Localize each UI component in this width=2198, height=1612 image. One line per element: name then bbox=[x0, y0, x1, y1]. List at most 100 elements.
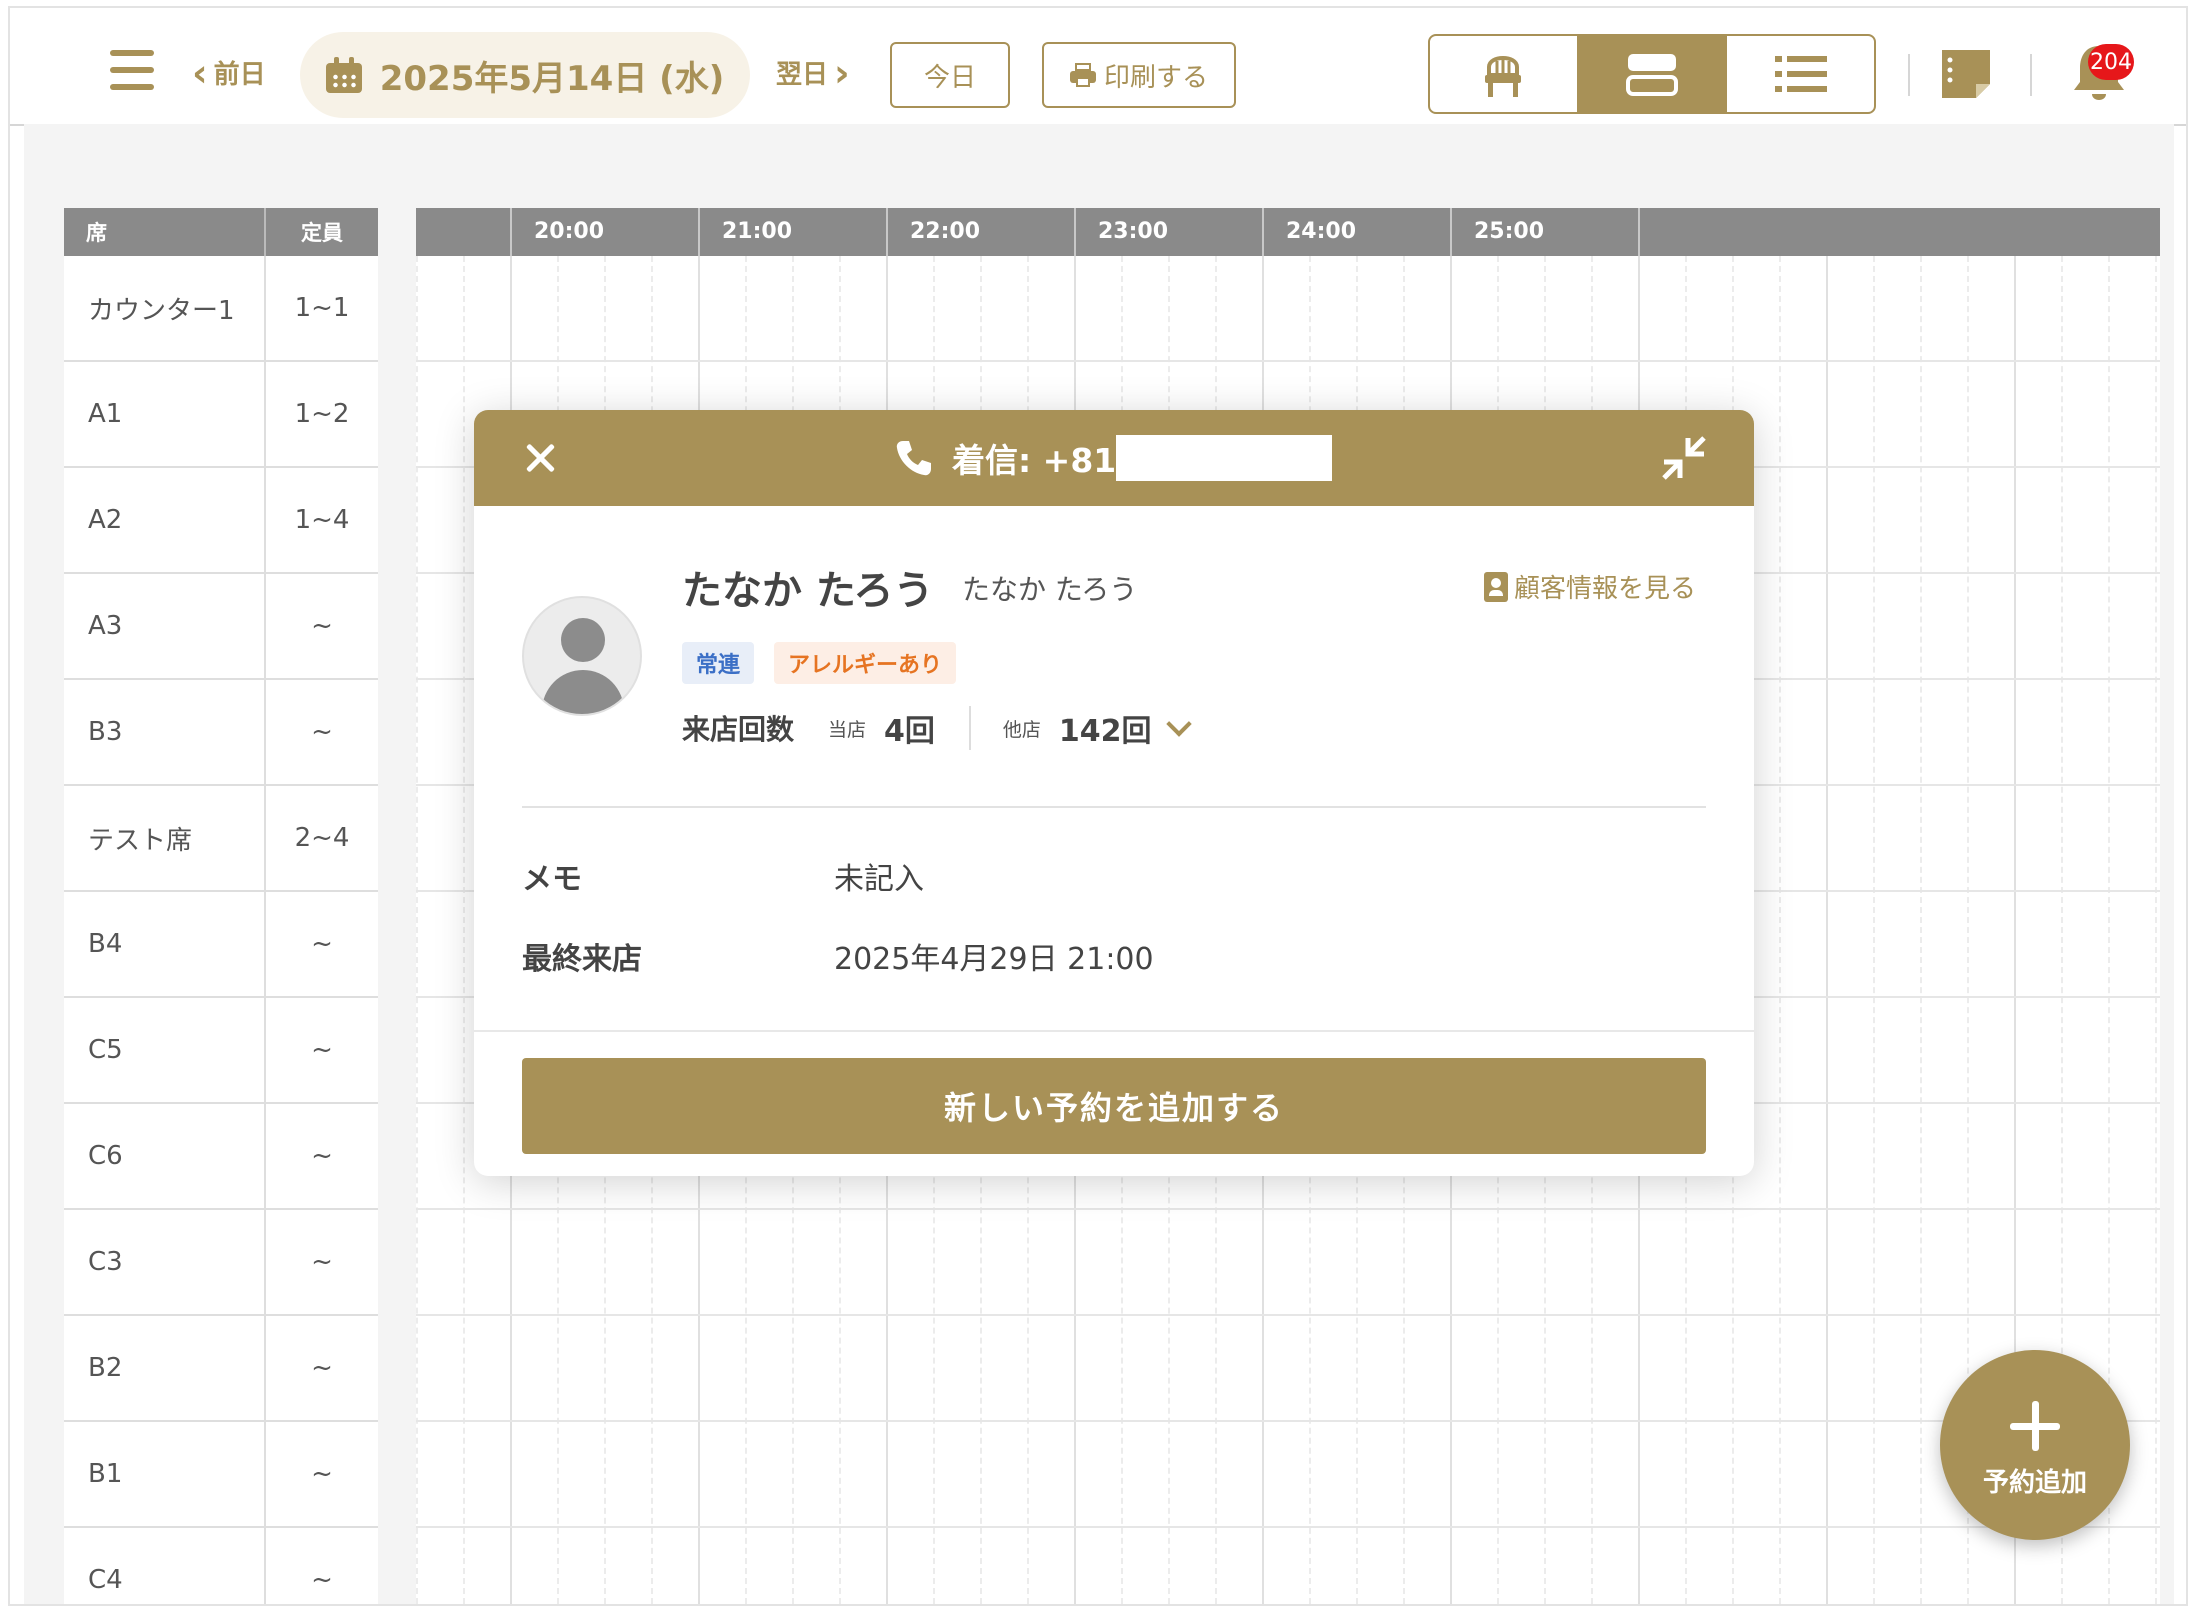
seat-capacity: ~ bbox=[311, 1565, 333, 1595]
seat-row[interactable]: C4 ~ bbox=[64, 1528, 378, 1604]
divider bbox=[474, 1030, 1754, 1032]
list-view-button[interactable] bbox=[1727, 36, 1874, 112]
plus-icon bbox=[2032, 1401, 2039, 1451]
seat-rows: カウンター1 1~1 A1 1~2 A2 1~4 A3 ~ B3 ~ テスト席 2~4 B4 ~ C5 ~ C6… bbox=[64, 256, 378, 1604]
seat-name: B4 bbox=[64, 892, 266, 996]
visit-count: 来店回数 当店 4回 他店 142回 bbox=[682, 706, 1192, 750]
toolbar-divider bbox=[1908, 54, 1910, 96]
seat-name: カウンター1 bbox=[64, 256, 266, 360]
seat-column-header: 席 bbox=[64, 208, 266, 256]
caller-number-prefix: 着信: +81 bbox=[952, 441, 1117, 480]
seat-capacity: ~ bbox=[311, 1353, 333, 1383]
prev-day-button[interactable]: ‹ 前日 bbox=[186, 50, 266, 95]
seat-capacity: ~ bbox=[311, 611, 333, 641]
memo-value: 未記入 bbox=[834, 862, 924, 897]
this-store-count: 4回 bbox=[884, 714, 935, 749]
seat-row[interactable]: C6 ~ bbox=[64, 1104, 378, 1210]
seat-capacity: ~ bbox=[311, 929, 333, 959]
next-day-button[interactable]: 翌日 › bbox=[776, 50, 856, 95]
seat-capacity: 1~1 bbox=[294, 293, 350, 323]
seat-capacity: ~ bbox=[311, 1459, 333, 1489]
visit-count-label: 来店回数 bbox=[682, 713, 795, 746]
seat-row[interactable]: B3 ~ bbox=[64, 680, 378, 786]
chevron-left-icon: ‹ bbox=[192, 50, 208, 95]
print-button[interactable]: 印刷する bbox=[1042, 42, 1236, 108]
today-label: 今日 bbox=[923, 62, 976, 93]
close-icon[interactable] bbox=[520, 438, 560, 478]
seat-name: C5 bbox=[64, 998, 266, 1102]
grid-row-line bbox=[416, 360, 2160, 362]
view-customer-label: 顧客情報を見る bbox=[1514, 574, 1697, 604]
seat-name: B1 bbox=[64, 1422, 266, 1526]
seat-row[interactable]: C3 ~ bbox=[64, 1210, 378, 1316]
time-label: 25:00 bbox=[1450, 208, 1638, 256]
dialog-header: 着信: +81 bbox=[474, 410, 1754, 506]
seat-name: A2 bbox=[64, 468, 266, 572]
grid-row-line bbox=[416, 1314, 2160, 1316]
hamburger-menu-icon[interactable] bbox=[110, 50, 154, 90]
view-customer-link[interactable]: 顧客情報を見る bbox=[1484, 568, 1696, 605]
seat-row[interactable]: B1 ~ bbox=[64, 1422, 378, 1528]
seat-capacity: 2~4 bbox=[294, 823, 350, 853]
customer-kana: たなか たろう bbox=[962, 573, 1138, 606]
seat-row[interactable]: A3 ~ bbox=[64, 574, 378, 680]
time-label: 21:00 bbox=[698, 208, 886, 256]
add-reservation-fab[interactable]: 予約追加 bbox=[1940, 1350, 2130, 1540]
seat-row[interactable]: A1 1~2 bbox=[64, 362, 378, 468]
grid-row-line bbox=[416, 1420, 2160, 1422]
contact-card-icon bbox=[1484, 571, 1508, 602]
current-date: 2025年5月14日 (水) bbox=[379, 58, 725, 99]
seat-table-header: 席 定員 bbox=[64, 208, 378, 256]
memo-row: メモ 未記入 bbox=[522, 854, 924, 898]
redacted-phone-number bbox=[1116, 435, 1333, 481]
seat-name: C3 bbox=[64, 1210, 266, 1314]
add-reservation-button[interactable]: 新しい予約を追加する bbox=[522, 1058, 1706, 1154]
next-day-label: 翌日 bbox=[776, 60, 829, 90]
list-view-icon bbox=[1774, 56, 1827, 92]
seat-view-button[interactable] bbox=[1430, 36, 1579, 112]
seat-row[interactable]: C5 ~ bbox=[64, 998, 378, 1104]
timeline-view-button[interactable] bbox=[1578, 36, 1728, 112]
last-visit-label: 最終来店 bbox=[522, 942, 642, 977]
print-label: 印刷する bbox=[1103, 62, 1208, 93]
chevron-right-icon: › bbox=[834, 50, 850, 95]
grid-row-line bbox=[416, 1208, 2160, 1210]
view-switcher bbox=[1428, 34, 1876, 114]
app-frame: ‹ 前日 2025年5月14日 (水) 翌日 › 今日 印刷する 204 席 定… bbox=[8, 6, 2188, 1606]
prev-day-label: 前日 bbox=[213, 60, 266, 90]
seat-row[interactable]: カウンター1 1~1 bbox=[64, 256, 378, 362]
capacity-column-header: 定員 bbox=[301, 221, 343, 245]
seat-capacity: ~ bbox=[311, 1141, 333, 1171]
divider bbox=[522, 806, 1706, 808]
seat-row[interactable]: A2 1~4 bbox=[64, 468, 378, 574]
seat-capacity: ~ bbox=[311, 1247, 333, 1277]
phone-icon bbox=[896, 441, 931, 476]
time-label: 22:00 bbox=[886, 208, 1074, 256]
seat-table: 席 定員 カウンター1 1~1 A1 1~2 A2 1~4 A3 ~ B3 ~ テスト席 2~4 B4 ~… bbox=[64, 208, 378, 1604]
seat-row[interactable]: B2 ~ bbox=[64, 1316, 378, 1422]
fab-label: 予約追加 bbox=[1982, 1468, 2087, 1498]
chevron-down-icon[interactable] bbox=[1165, 711, 1192, 737]
seat-name: B3 bbox=[64, 680, 266, 784]
minimize-icon[interactable] bbox=[1658, 432, 1710, 484]
date-picker[interactable]: 2025年5月14日 (水) bbox=[300, 32, 750, 118]
customer-name: たなか たろう bbox=[682, 568, 934, 614]
memo-note-button[interactable] bbox=[1938, 46, 1994, 102]
seat-name: A3 bbox=[64, 574, 266, 678]
grid-line bbox=[1873, 256, 1875, 1604]
seat-row[interactable]: B4 ~ bbox=[64, 892, 378, 998]
regular-customer-tag: 常連 bbox=[682, 642, 755, 684]
today-button[interactable]: 今日 bbox=[890, 42, 1010, 108]
grid-line bbox=[1920, 256, 1922, 1604]
incoming-call-dialog: 着信: +81 たなか たろう たなか たろう 顧客情報を見る 常連 アレルギー… bbox=[474, 410, 1754, 1176]
seat-name: B2 bbox=[64, 1316, 266, 1420]
grid-line bbox=[1779, 256, 1781, 1604]
time-label: 24:00 bbox=[1262, 208, 1450, 256]
other-store-count: 142回 bbox=[1058, 714, 1152, 749]
visit-divider bbox=[968, 706, 971, 750]
calendar-icon bbox=[325, 57, 362, 93]
seat-capacity: 1~2 bbox=[294, 399, 350, 429]
seat-name: A1 bbox=[64, 362, 266, 466]
seat-row[interactable]: テスト席 2~4 bbox=[64, 786, 378, 892]
grid-line bbox=[416, 256, 418, 1604]
